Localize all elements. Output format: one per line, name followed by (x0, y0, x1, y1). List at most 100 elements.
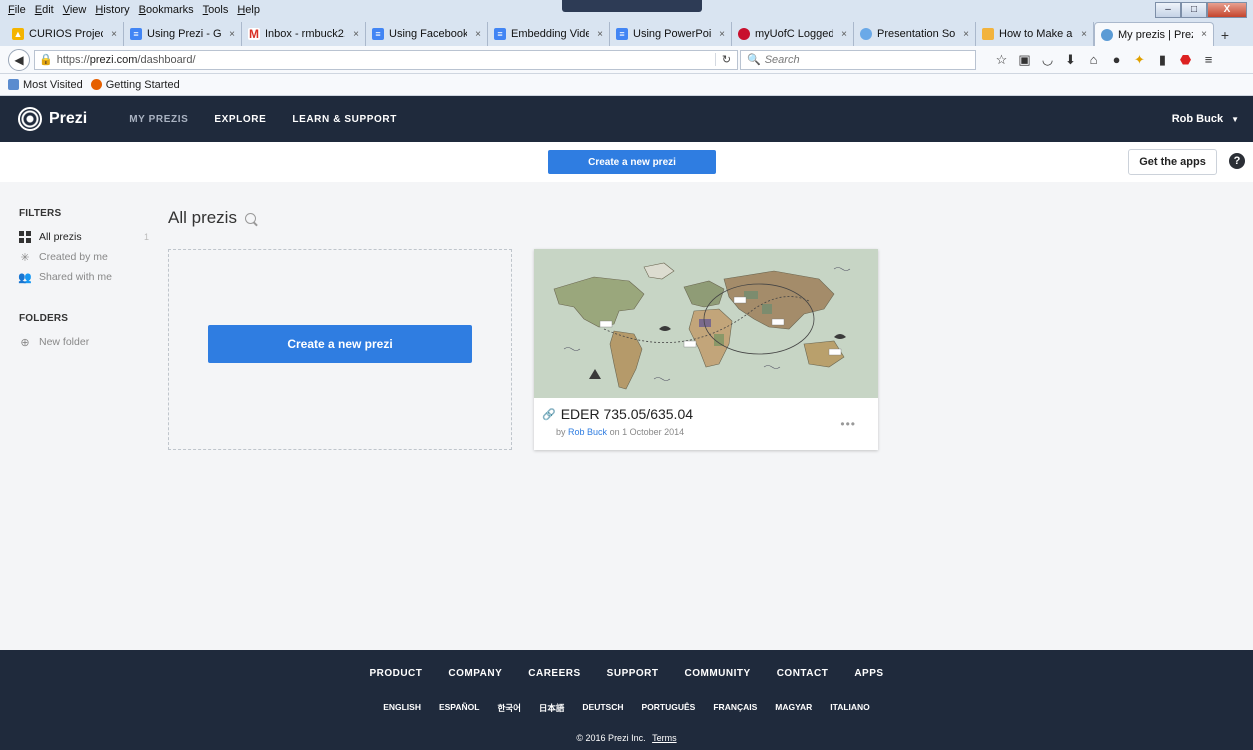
language-korean[interactable]: 한국어 (497, 702, 520, 714)
bookmark-star-icon[interactable]: ☆ (990, 52, 1013, 68)
bookmark-getting-started[interactable]: Getting Started (90, 79, 180, 91)
action-bar: Create a new prezi Get the apps ? (0, 142, 1253, 182)
back-button[interactable]: ◀ (8, 48, 30, 71)
bookmark-most-visited[interactable]: Most Visited (8, 79, 83, 91)
footer-link-contact[interactable]: CONTACT (777, 668, 829, 679)
pocket-icon[interactable]: ◡ (1036, 52, 1059, 68)
prezi-thumbnail[interactable] (534, 249, 878, 398)
close-tab-icon[interactable]: × (111, 29, 117, 40)
get-apps-button[interactable]: Get the apps (1128, 149, 1217, 175)
language-portuguese[interactable]: PORTUGUÊS (642, 702, 696, 714)
language-hungarian[interactable]: MAGYAR (775, 702, 812, 714)
create-prezi-button[interactable]: Create a new prezi (208, 325, 472, 363)
tab-myuofc[interactable]: myUofC Logged ... × (732, 22, 854, 46)
terms-link[interactable]: Terms (652, 733, 677, 743)
filters-heading: FILTERS (19, 208, 62, 219)
url-path: /dashboard/ (137, 53, 196, 66)
prezi-title-text: EDER 735.05/635.04 (560, 406, 694, 422)
close-tab-icon[interactable]: × (229, 29, 235, 40)
reading-list-icon[interactable]: ▣ (1013, 52, 1036, 68)
language-spanish[interactable]: ESPAÑOL (439, 702, 479, 714)
new-folder-button[interactable]: ⊕ New folder (19, 332, 149, 352)
extension-icon[interactable]: ✦ (1128, 52, 1151, 68)
plus-circle-icon: ⊕ (20, 336, 30, 349)
address-bar[interactable]: 🔒 https://prezi.com/dashboard/ ↻ (34, 49, 738, 70)
search-input[interactable]: 🔍 Search (740, 49, 976, 70)
tab-using-prezi[interactable]: ≡ Using Prezi - Goo... × (124, 22, 242, 46)
filter-created-by-me[interactable]: ✳ Created by me (19, 247, 149, 267)
page-title: All prezis (168, 208, 256, 228)
close-tab-icon[interactable]: × (597, 29, 603, 40)
help-icon[interactable]: ? (1229, 153, 1245, 169)
download-icon[interactable]: ⬇ (1059, 52, 1082, 68)
tab-embedding-video[interactable]: ≡ Embedding Video... × (488, 22, 610, 46)
url-prefix: https:// (56, 53, 90, 66)
menu-bookmarks[interactable]: Bookmarks (139, 4, 194, 16)
menu-history[interactable]: History (95, 4, 129, 16)
close-tab-icon[interactable]: × (963, 29, 969, 40)
site-header: Prezi MY PREZIS EXPLORE LEARN & SUPPORT … (0, 96, 1253, 142)
language-english[interactable]: ENGLISH (383, 702, 421, 714)
hamburger-menu-icon[interactable]: ≡ (1197, 52, 1220, 67)
user-name: Rob Buck (1171, 113, 1224, 125)
clipboard-icon[interactable]: ▮ (1151, 52, 1174, 68)
footer-link-careers[interactable]: CAREERS (528, 668, 580, 679)
prezi-card[interactable]: 🔗 EDER 735.05/635.04 by Rob Buck on 1 Oc… (534, 249, 878, 450)
language-german[interactable]: DEUTSCH (582, 702, 623, 714)
tab-curios-project[interactable]: ▲ CURIOS Project - ... × (6, 22, 124, 46)
nav-my-prezis[interactable]: MY PREZIS (129, 114, 188, 125)
minimize-button[interactable]: – (1155, 2, 1181, 18)
nav-learn-support[interactable]: LEARN & SUPPORT (292, 114, 397, 125)
prezi-title[interactable]: 🔗 EDER 735.05/635.04 (542, 406, 693, 422)
new-folder-label: New folder (39, 336, 90, 348)
menu-help[interactable]: Help (237, 4, 260, 16)
tab-label: Using PowerPoint... (633, 28, 712, 40)
close-tab-icon[interactable]: × (353, 29, 359, 40)
language-italian[interactable]: ITALIANO (830, 702, 870, 714)
filter-all-prezis[interactable]: All prezis 1 (19, 227, 149, 247)
reload-icon[interactable]: ↻ (715, 53, 737, 66)
user-menu[interactable]: Rob Buck ▼ (1172, 113, 1239, 125)
maximize-button[interactable]: □ (1181, 2, 1207, 18)
close-window-button[interactable]: X (1207, 2, 1247, 18)
filter-shared-with-me[interactable]: 👥 Shared with me (18, 267, 149, 287)
menu-view[interactable]: View (63, 4, 87, 16)
nav-explore[interactable]: EXPLORE (214, 114, 266, 125)
more-options-icon[interactable]: ••• (840, 417, 856, 431)
search-icon[interactable] (244, 212, 256, 224)
tab-label: How to Make a Pr... (999, 28, 1073, 40)
close-tab-icon[interactable]: × (1201, 29, 1207, 40)
author-link[interactable]: Rob Buck (568, 427, 607, 437)
prezi-icon (1101, 28, 1113, 41)
footer-link-product[interactable]: PRODUCT (369, 668, 422, 679)
language-french[interactable]: FRANÇAIS (713, 702, 757, 714)
tab-presentation-software[interactable]: Presentation Soft... × (854, 22, 976, 46)
footer-link-company[interactable]: COMPANY (448, 668, 502, 679)
close-tab-icon[interactable]: × (841, 29, 847, 40)
adblock-icon[interactable]: ⬣ (1174, 52, 1197, 68)
language-japanese[interactable]: 日本語 (539, 702, 565, 714)
menu-tools[interactable]: Tools (203, 4, 229, 16)
sidebar: FILTERS All prezis 1 ✳ Created by me 👥 S… (18, 208, 149, 352)
tab-using-powerpoint[interactable]: ≡ Using PowerPoint... × (610, 22, 732, 46)
close-tab-icon[interactable]: × (475, 29, 481, 40)
prezi-logo[interactable]: Prezi (18, 107, 87, 131)
menu-file[interactable]: File (8, 4, 26, 16)
filter-label: Shared with me (39, 271, 112, 283)
tab-inbox[interactable]: M Inbox - rmbuck2... × (242, 22, 366, 46)
url-domain: prezi.com (89, 53, 138, 66)
home-icon[interactable]: ⌂ (1082, 52, 1105, 67)
tab-how-to-make[interactable]: How to Make a Pr... × (976, 22, 1094, 46)
create-prezi-button-top[interactable]: Create a new prezi (548, 150, 716, 174)
footer-link-community[interactable]: COMMUNITY (685, 668, 751, 679)
tab-my-prezis[interactable]: My prezis | Prezi × (1094, 22, 1214, 46)
new-tab-button[interactable]: + (1214, 24, 1236, 46)
close-tab-icon[interactable]: × (719, 29, 725, 40)
tab-using-facebook[interactable]: ≡ Using Facebook -... × (366, 22, 488, 46)
footer-link-apps[interactable]: APPS (854, 668, 883, 679)
menu-edit[interactable]: Edit (35, 4, 54, 16)
close-tab-icon[interactable]: × (1081, 29, 1087, 40)
chat-icon[interactable]: ● (1105, 52, 1128, 67)
footer-link-support[interactable]: SUPPORT (607, 668, 659, 679)
docs-icon: ≡ (372, 28, 384, 40)
